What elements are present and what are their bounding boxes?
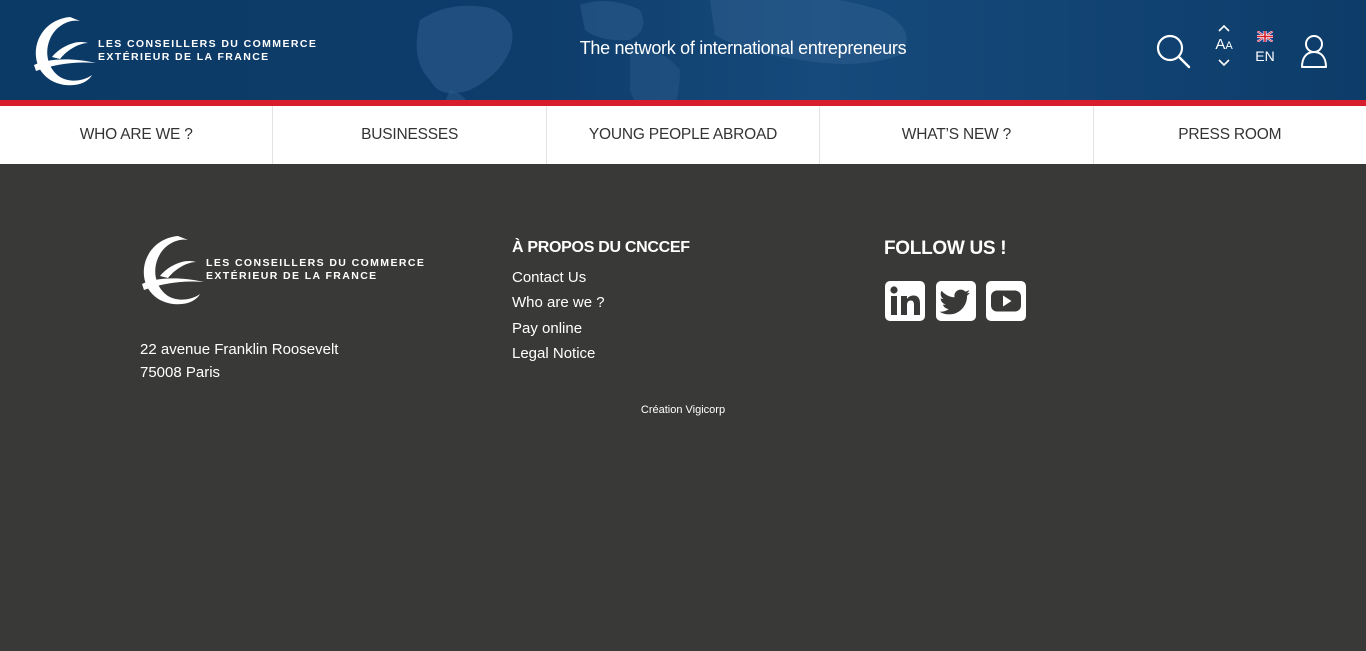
search-icon[interactable] <box>1155 33 1191 69</box>
header-tagline: The network of international entrepreneu… <box>579 38 907 58</box>
header-logo[interactable]: LES CONSEILLERS DU COMMERCE EXTÉRIEUR DE… <box>30 13 317 89</box>
social-links <box>884 280 1036 322</box>
linkedin-icon[interactable] <box>884 280 926 322</box>
cce-logo-icon <box>142 236 204 305</box>
twitter-icon[interactable] <box>935 280 977 322</box>
footer-logo[interactable]: LES CONSEILLERS DU COMMERCE EXTÉRIEUR DE… <box>138 232 425 308</box>
language-switcher[interactable]: EN <box>1250 31 1280 71</box>
uk-flag-icon <box>1257 31 1273 42</box>
user-icon[interactable] <box>1299 33 1329 69</box>
language-code: EN <box>1255 48 1275 64</box>
logo-line-2: EXTÉRIEUR DE LA FRANCE <box>98 51 270 63</box>
logo-line-1: LES CONSEILLERS DU COMMERCE <box>206 257 426 269</box>
main-nav: WHO ARE WE ? BUSINESSES YOUNG PEOPLE ABR… <box>0 106 1366 164</box>
footer-address: 22 avenue Franklin Roosevelt 75008 Paris <box>140 338 338 384</box>
logo-line-2: EXTÉRIEUR DE LA FRANCE <box>206 270 378 282</box>
about-links: Contact Us Who are we ? Pay online Legal… <box>512 265 605 366</box>
nav-item-whats-new[interactable]: WHAT’S NEW ? <box>820 106 1094 164</box>
link-pay-online[interactable]: Pay online <box>512 316 605 341</box>
nav-item-businesses[interactable]: BUSINESSES <box>273 106 547 164</box>
chevron-up-icon[interactable] <box>1210 22 1238 34</box>
logo-text: LES CONSEILLERS DU COMMERCE EXTÉRIEUR DE… <box>98 38 317 64</box>
nav-item-press-room[interactable]: PRESS ROOM <box>1094 106 1366 164</box>
cce-logo-icon <box>34 17 96 86</box>
link-legal-notice[interactable]: Legal Notice <box>512 341 605 366</box>
youtube-icon[interactable] <box>985 280 1027 322</box>
link-who-are-we[interactable]: Who are we ? <box>512 290 605 315</box>
address-line-1: 22 avenue Franklin Roosevelt <box>140 341 339 358</box>
font-size-label: AA <box>1215 36 1233 53</box>
site-header: LES CONSEILLERS DU COMMERCE EXTÉRIEUR DE… <box>0 0 1366 100</box>
address-line-2: 75008 Paris <box>140 364 221 381</box>
logo-line-1: LES CONSEILLERS DU COMMERCE <box>98 38 318 50</box>
logo-text: LES CONSEILLERS DU COMMERCE EXTÉRIEUR DE… <box>206 257 425 283</box>
footer-credit[interactable]: Création Vigicorp <box>600 404 766 416</box>
nav-item-young-people-abroad[interactable]: YOUNG PEOPLE ABROAD <box>547 106 821 164</box>
nav-item-who-are-we[interactable]: WHO ARE WE ? <box>0 106 274 164</box>
font-size-control: AA <box>1210 22 1238 80</box>
about-title: À PROPOS DU CNCCEF <box>512 239 690 256</box>
link-contact-us[interactable]: Contact Us <box>512 265 605 290</box>
chevron-down-icon[interactable] <box>1210 57 1238 69</box>
follow-title: FOLLOW US ! <box>884 238 1007 259</box>
